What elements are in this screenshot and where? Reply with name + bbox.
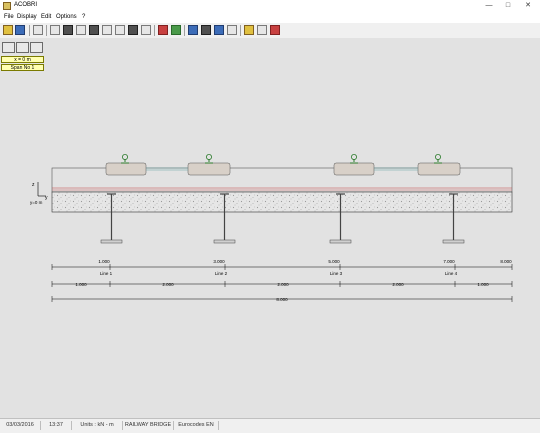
sleeper	[105, 162, 147, 176]
rail	[350, 154, 358, 164]
drawing-canvas[interactable]: x = 0 m Span No 1 z y y=0 m 1.000 3.000 …	[0, 38, 540, 418]
truss-icon[interactable]	[89, 25, 99, 35]
status-units: Units : kN - m	[72, 421, 123, 430]
sheet-icon[interactable]	[50, 25, 60, 35]
app-icon	[3, 2, 11, 10]
report-icon[interactable]	[270, 25, 280, 35]
y-axis-label: y	[45, 195, 48, 201]
line-label: Line 1	[100, 271, 113, 276]
load-icon[interactable]	[141, 25, 151, 35]
girder-icon[interactable]	[128, 25, 138, 35]
total-width-label: 8.000	[276, 297, 288, 302]
beam-icon[interactable]	[76, 25, 86, 35]
status-time: 13:37	[41, 421, 72, 430]
line-label: Line 3	[330, 271, 343, 276]
sleeper	[417, 162, 461, 176]
crane-icon[interactable]	[201, 25, 211, 35]
menu-file[interactable]: File	[4, 14, 14, 20]
menu-display[interactable]: Display	[17, 14, 37, 20]
open-icon[interactable]	[3, 25, 13, 35]
calc-icon[interactable]	[257, 25, 267, 35]
maximize-button[interactable]: □	[499, 0, 517, 12]
section-icon[interactable]	[115, 25, 125, 35]
spacing-label: 1.000	[477, 282, 489, 287]
table-icon[interactable]	[188, 25, 198, 35]
minimize-button[interactable]: —	[480, 0, 498, 12]
line-label: Line 4	[445, 271, 458, 276]
fork-icon[interactable]	[227, 25, 237, 35]
status-date: 03/03/2016	[0, 421, 41, 430]
column-icon[interactable]	[102, 25, 112, 35]
dimension-label: 1.000	[98, 259, 110, 264]
toolbar-separator	[240, 25, 241, 36]
toolbar-separator	[46, 25, 47, 36]
menu-help[interactable]: ?	[82, 14, 85, 20]
toolbar-separator	[29, 25, 30, 36]
spacing-label: 1.000	[75, 282, 87, 287]
grid-icon[interactable]	[158, 25, 168, 35]
spacing-label: 2.000	[392, 282, 404, 287]
dimension-label: 8.000	[500, 259, 512, 264]
sleeper	[333, 162, 375, 176]
wheel-icon[interactable]	[244, 25, 254, 35]
bridge-drawing: z y y=0 m 1.000 3.000 5.000 7.000 8.000 …	[30, 154, 513, 302]
status-code: Eurocodes EN	[174, 421, 219, 430]
line-label: Line 2	[215, 271, 228, 276]
close-button[interactable]: ✕	[519, 0, 537, 12]
sleeper	[187, 162, 231, 176]
dimension-label: 7.000	[443, 259, 455, 264]
status-bar: 03/03/2016 13:37 Units : kN - m RAILWAY …	[0, 418, 540, 433]
status-bridge-type: RAILWAY BRIDGE	[123, 421, 174, 430]
toolbar	[0, 23, 540, 39]
origin-label: y=0 m	[30, 200, 43, 205]
title-bar: ACOBRI — □ ✕	[0, 0, 540, 13]
save-icon[interactable]	[15, 25, 25, 35]
deck-icon[interactable]	[63, 25, 73, 35]
menu-bar: File Display Edit Options ?	[0, 13, 540, 23]
rail	[121, 154, 129, 164]
window-title: ACOBRI	[14, 2, 38, 8]
dimension-label: 5.000	[328, 259, 340, 264]
rail	[434, 154, 442, 164]
bar-chart-icon[interactable]	[171, 25, 181, 35]
concrete-slab	[51, 191, 513, 213]
rail	[205, 154, 213, 164]
toolbar-separator	[184, 25, 185, 36]
spacing-label: 2.000	[162, 282, 174, 287]
dimension-label: 3.000	[213, 259, 225, 264]
menu-options[interactable]: Options	[56, 14, 77, 20]
spacing-label: 2.000	[277, 282, 289, 287]
menu-edit[interactable]: Edit	[41, 14, 51, 20]
clipboard-icon[interactable]	[33, 25, 43, 35]
z-axis-label: z	[32, 182, 35, 188]
toolbar-separator	[154, 25, 155, 36]
monitor-icon[interactable]	[214, 25, 224, 35]
